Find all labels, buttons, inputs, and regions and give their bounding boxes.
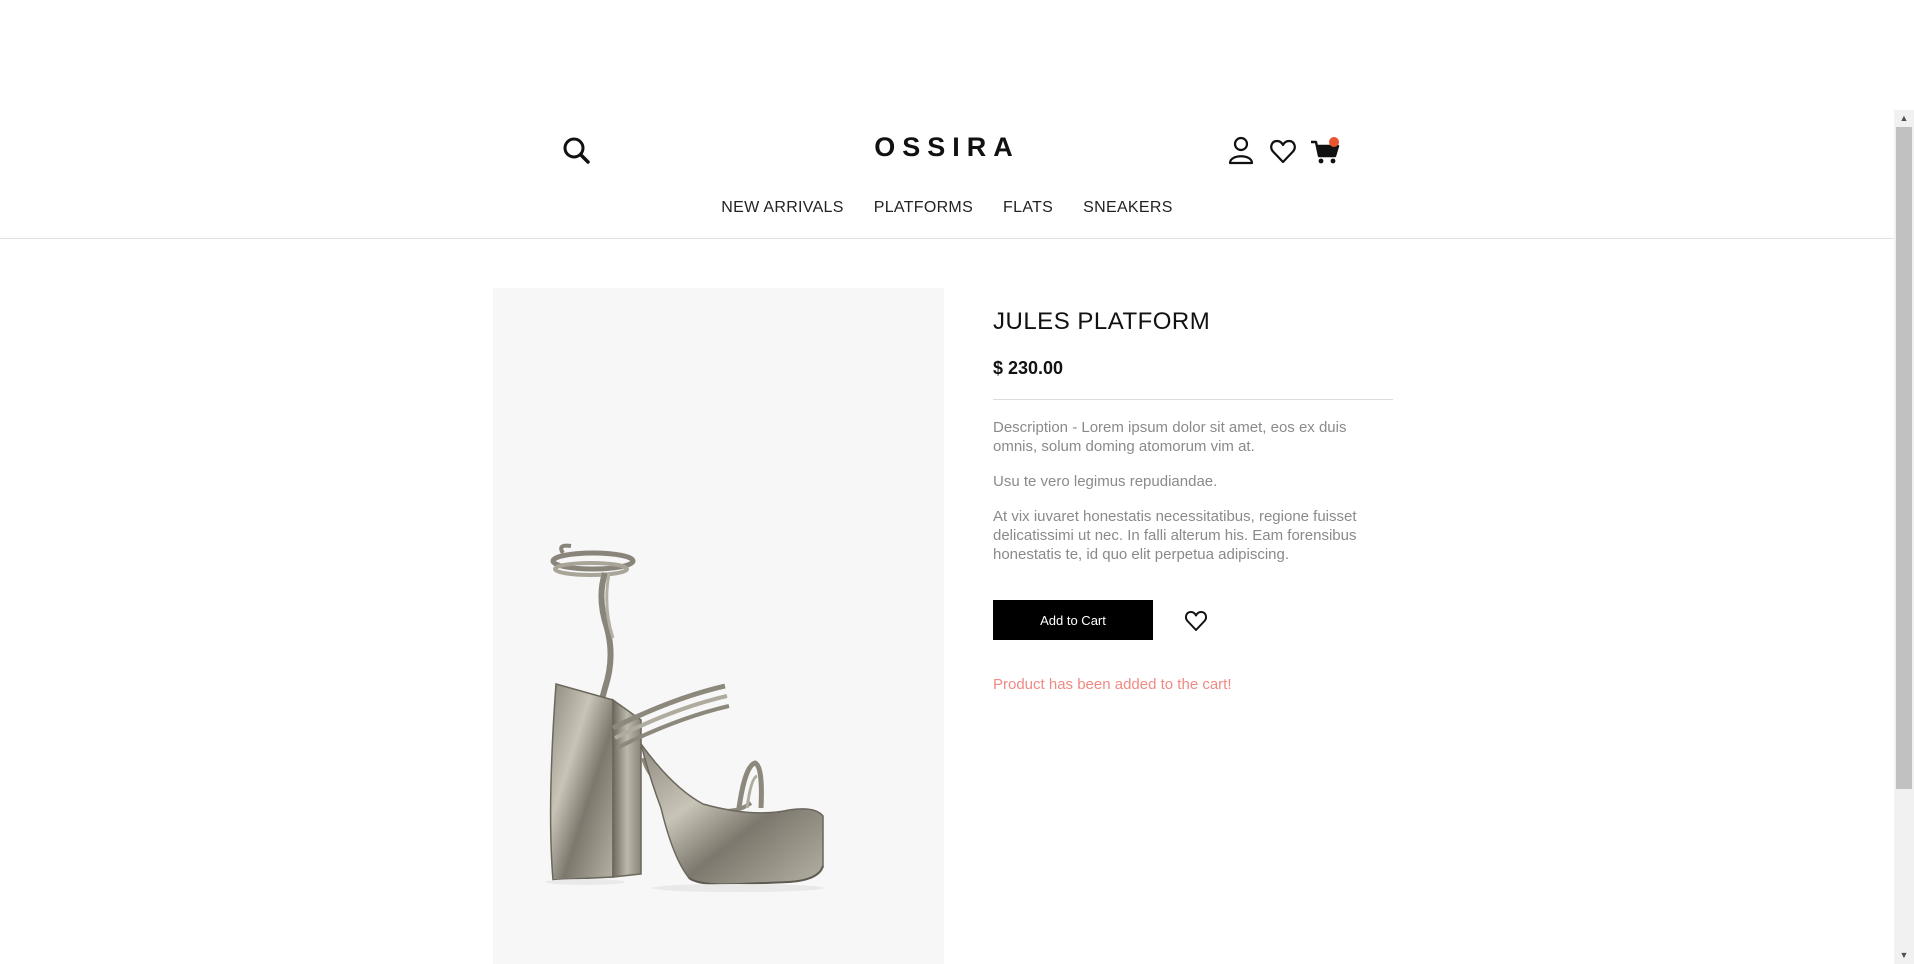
product-title: JULES PLATFORM (993, 308, 1211, 335)
page: OSSIRA NEW ARRIVALS PLATFORMS FLATS SNEA… (0, 0, 1914, 964)
scroll-up-arrow-icon[interactable]: ▲ (1894, 110, 1914, 127)
product-actions: Add to Cart (993, 600, 1393, 640)
product-details: JULES PLATFORM $ 230.00 Description - Lo… (993, 308, 1393, 693)
header-actions (1226, 134, 1352, 168)
product-description: Description - Lorem ipsum dolor sit amet… (993, 418, 1393, 564)
main-nav: NEW ARRIVALS PLATFORMS FLATS SNEAKERS (0, 199, 1894, 217)
cart-confirmation-message: Product has been added to the cart! (993, 676, 1232, 693)
nav-flats[interactable]: FLATS (1003, 199, 1053, 217)
heart-icon (1184, 611, 1208, 631)
nav-new-arrivals[interactable]: NEW ARRIVALS (721, 199, 843, 217)
product-price: $ 230.00 (993, 358, 1064, 378)
heart-icon (1270, 139, 1296, 164)
description-paragraph: Usu te vero legimus repudiandae. (993, 473, 1218, 490)
wishlist-button[interactable] (1268, 135, 1298, 167)
scrollbar-thumb[interactable] (1896, 127, 1912, 789)
add-to-cart-button[interactable]: Add to Cart (993, 600, 1153, 640)
nav-platforms[interactable]: PLATFORMS (874, 199, 973, 217)
nav-sneakers[interactable]: SNEAKERS (1083, 199, 1173, 217)
cart-button[interactable] (1310, 135, 1340, 167)
site-logo[interactable]: OSSIRA (0, 132, 1894, 163)
scrollbar[interactable]: ▲ ▼ (1894, 110, 1914, 964)
add-to-wishlist-button[interactable] (1183, 607, 1209, 633)
description-paragraph: Description - Lorem ipsum dolor sit amet… (993, 419, 1347, 455)
cart-badge (1329, 137, 1339, 147)
scroll-down-arrow-icon[interactable]: ▼ (1894, 947, 1914, 964)
site-header: OSSIRA NEW ARRIVALS PLATFORMS FLATS SNEA… (0, 0, 1894, 239)
user-icon (1228, 136, 1254, 165)
platform-sandal-image (545, 543, 824, 892)
description-paragraph: At vix iuvaret honestatis necessitatibus… (993, 508, 1357, 563)
product-image (493, 288, 944, 964)
account-button[interactable] (1226, 135, 1256, 167)
divider (993, 399, 1393, 400)
